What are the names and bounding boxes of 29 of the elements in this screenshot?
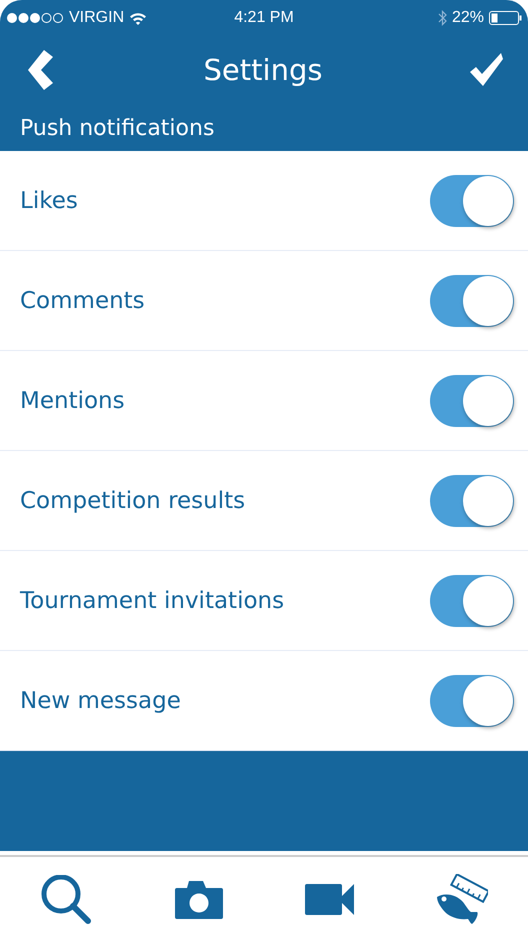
- battery-icon: [489, 11, 522, 25]
- setting-label: Mentions: [20, 388, 125, 414]
- setting-label: Competition results: [20, 488, 246, 514]
- back-icon: [26, 50, 56, 90]
- section-header: Push notifications: [19, 115, 216, 143]
- toggle-switch[interactable]: [430, 174, 514, 226]
- toggle-switch[interactable]: [430, 274, 514, 326]
- wifi-icon: [129, 12, 148, 24]
- checkmark-icon: [470, 53, 504, 87]
- toggle-switch[interactable]: [430, 674, 514, 726]
- screen-title: Settings: [204, 53, 322, 87]
- setting-label: Comments: [20, 288, 145, 314]
- search-icon: [40, 875, 92, 925]
- setting-label: Tournament invitations: [20, 588, 284, 614]
- setting-label: Likes: [20, 188, 78, 214]
- status-time: 4:21 PM: [234, 9, 294, 27]
- bluetooth-icon: [438, 10, 447, 26]
- setting-label: New message: [20, 688, 181, 714]
- camera-icon: [174, 881, 224, 919]
- fish-with-ruler-icon: [436, 874, 488, 926]
- confirm-button[interactable]: [470, 53, 504, 87]
- video-camera-icon: [304, 884, 354, 916]
- signal-icon: [6, 12, 64, 24]
- toggle-switch[interactable]: [430, 374, 514, 426]
- toggle-switch[interactable]: [430, 574, 514, 626]
- toggle-switch[interactable]: [430, 474, 514, 526]
- battery-percent: 22%: [452, 9, 484, 27]
- back-button[interactable]: [26, 50, 56, 90]
- carrier-name: VIRGIN: [69, 9, 124, 27]
